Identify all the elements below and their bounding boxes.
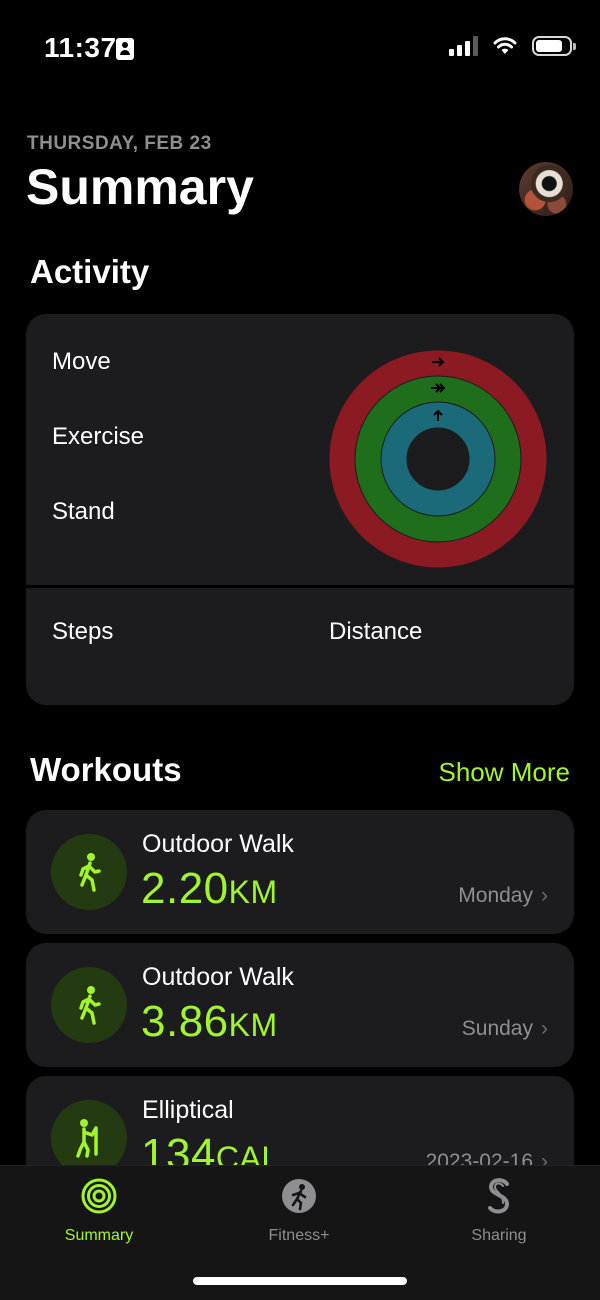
workout-amount: 2.20 bbox=[141, 864, 229, 913]
tab-label: Summary bbox=[64, 1227, 134, 1244]
workout-date: Sunday › bbox=[462, 1017, 548, 1041]
walk-icon bbox=[51, 967, 127, 1043]
steps-label: Steps bbox=[52, 618, 114, 645]
fitness-plus-icon bbox=[282, 1179, 316, 1213]
exercise-label: Exercise bbox=[52, 423, 145, 450]
distance-label: Distance bbox=[329, 618, 423, 645]
workout-row[interactable]: Outdoor Walk 2.20KM Monday › bbox=[26, 810, 574, 934]
contact-card-icon bbox=[116, 38, 134, 60]
workout-date: Monday › bbox=[458, 884, 548, 908]
activity-divider bbox=[26, 585, 574, 588]
home-indicator[interactable] bbox=[193, 1277, 407, 1285]
stand-ring bbox=[381, 402, 495, 516]
status-indicators bbox=[449, 36, 576, 56]
workout-unit: KM bbox=[228, 874, 278, 910]
page-title: Summary bbox=[26, 159, 254, 215]
activity-rings bbox=[329, 350, 547, 568]
workouts-section-title: Workouts bbox=[30, 751, 182, 788]
workout-day: Sunday bbox=[461, 1017, 533, 1040]
tab-label: Sharing bbox=[471, 1227, 527, 1244]
date-label: THURSDAY, FEB 23 bbox=[27, 133, 212, 154]
workout-name: Elliptical bbox=[142, 1096, 234, 1124]
activity-card[interactable]: Move Exercise Stand Steps Distance bbox=[26, 314, 574, 705]
cellular-signal-icon bbox=[449, 36, 478, 56]
battery-icon bbox=[532, 36, 576, 56]
workout-amount: 3.86 bbox=[141, 997, 229, 1046]
workout-value: 3.86KM bbox=[141, 997, 278, 1047]
wifi-icon bbox=[493, 37, 517, 54]
sharing-icon bbox=[488, 1178, 510, 1214]
move-label: Move bbox=[52, 348, 111, 375]
profile-avatar[interactable] bbox=[519, 162, 573, 216]
status-bar: 11:37 bbox=[0, 0, 600, 96]
show-more-link[interactable]: Show More bbox=[439, 757, 571, 788]
workout-unit: KM bbox=[228, 1007, 278, 1043]
workout-name: Outdoor Walk bbox=[142, 963, 294, 991]
chevron-right-icon: › bbox=[541, 884, 548, 907]
tab-label: Fitness+ bbox=[268, 1227, 330, 1244]
stand-label: Stand bbox=[52, 498, 115, 525]
workout-row[interactable]: Outdoor Walk 3.86KM Sunday › bbox=[26, 943, 574, 1067]
tab-sharing[interactable]: Sharing bbox=[424, 1178, 574, 1245]
tab-fitness-plus[interactable]: Fitness+ bbox=[224, 1178, 374, 1245]
activity-rings-icon bbox=[81, 1178, 117, 1214]
chevron-right-icon: › bbox=[541, 1017, 548, 1040]
tab-summary[interactable]: Summary bbox=[24, 1178, 174, 1245]
workout-name: Outdoor Walk bbox=[142, 830, 294, 858]
walk-icon bbox=[51, 834, 127, 910]
status-time: 11:37 bbox=[44, 32, 117, 63]
activity-section-title: Activity bbox=[30, 253, 150, 290]
workout-value: 2.20KM bbox=[141, 864, 278, 914]
workout-day: Monday bbox=[458, 884, 533, 907]
